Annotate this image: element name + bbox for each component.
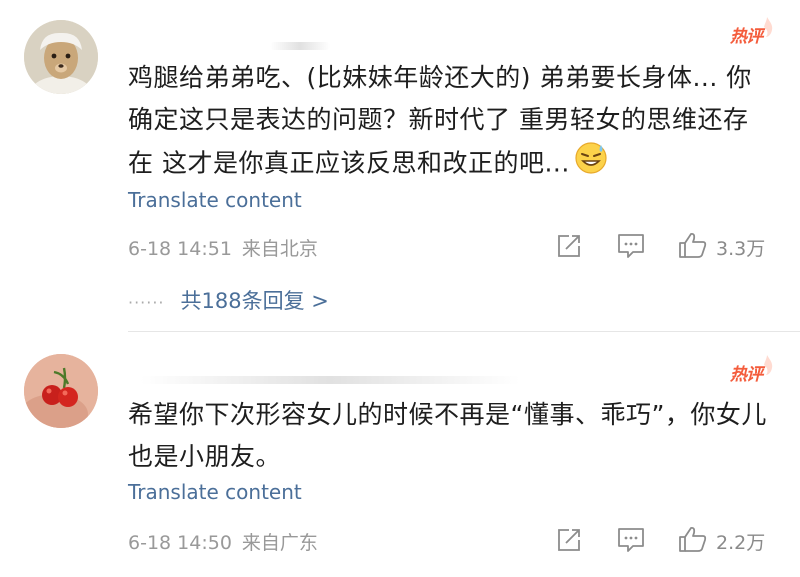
location: 来自广东 bbox=[241, 532, 318, 554]
thumbs-up-icon bbox=[679, 232, 707, 258]
comment-meta: 6-18 14:50 来自广东 bbox=[128, 528, 318, 555]
share-square-icon bbox=[558, 235, 580, 257]
comment-item: 热评 鸡腿给弟弟吃、(比妹妹年龄还大的) 弟弟要长身体... 你确定这只是表达的… bbox=[0, 0, 800, 330]
comment-text: 鸡腿给弟弟吃、(比妹妹年龄还大的) 弟弟要长身体... 你确定这只是表达的问题？… bbox=[128, 57, 768, 188]
repost-button[interactable] bbox=[556, 233, 582, 259]
view-replies-link[interactable]: ······ 共188条回复 > bbox=[128, 285, 329, 315]
comment-item: 热评 希望你下次形容女儿的时候不再是“懂事、乖巧”，你女儿也是小朋友。 Tran… bbox=[0, 332, 800, 577]
avatar[interactable] bbox=[24, 20, 98, 94]
comment-text: 希望你下次形容女儿的时候不再是“懂事、乖巧”，你女儿也是小朋友。 bbox=[128, 400, 767, 471]
timestamp: 6-18 14:51 bbox=[128, 238, 232, 260]
share-square-icon bbox=[558, 529, 580, 551]
like-button[interactable] bbox=[678, 231, 708, 259]
thumbs-up-icon bbox=[679, 526, 707, 552]
flame-icon bbox=[764, 355, 773, 375]
timestamp: 6-18 14:50 bbox=[128, 532, 232, 554]
comment-button[interactable] bbox=[617, 233, 645, 259]
like-count: 2.2万 bbox=[716, 532, 766, 554]
like-button[interactable] bbox=[678, 525, 708, 553]
ellipsis-icon: ······ bbox=[128, 293, 165, 312]
hot-comment-badge: 热评 bbox=[730, 354, 774, 385]
like-count: 3.3万 bbox=[716, 238, 766, 260]
repost-button[interactable] bbox=[556, 527, 582, 553]
username-placeholder[interactable] bbox=[270, 42, 330, 50]
hot-comment-badge: 热评 bbox=[730, 16, 774, 47]
translate-link[interactable]: Translate content bbox=[128, 480, 302, 504]
avatar[interactable] bbox=[24, 354, 98, 428]
location: 来自北京 bbox=[241, 238, 318, 260]
flame-icon bbox=[764, 17, 773, 37]
comment-icon bbox=[618, 234, 644, 258]
comment-meta: 6-18 14:51 来自北京 bbox=[128, 234, 318, 261]
translate-link[interactable]: Translate content bbox=[128, 188, 302, 212]
grinning-sweat-emoji-icon bbox=[574, 141, 608, 188]
comment-icon bbox=[618, 528, 644, 552]
username-placeholder[interactable] bbox=[140, 376, 520, 384]
comment-button[interactable] bbox=[617, 527, 645, 553]
